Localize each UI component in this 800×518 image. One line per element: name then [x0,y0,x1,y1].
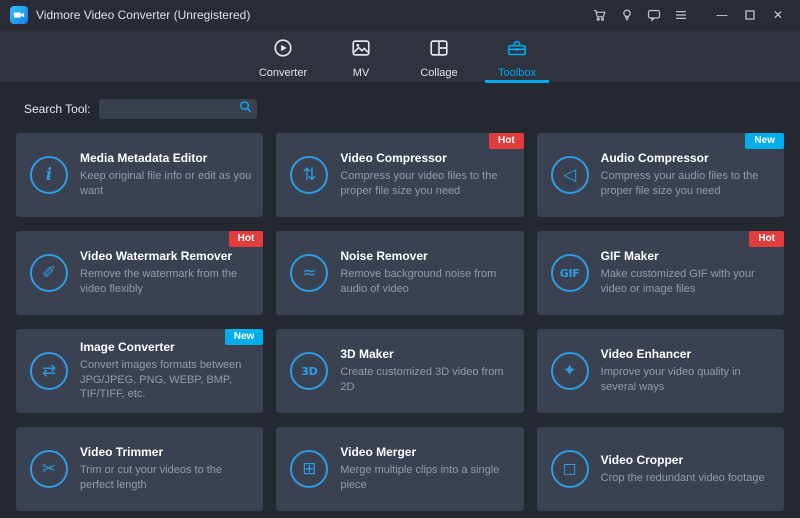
tools-grid: i Media Metadata Editor Keep original fi… [0,129,800,518]
search-bar: Search Tool: [0,83,800,129]
tool-title: Noise Remover [340,249,428,264]
crop-icon: ◻ [550,450,589,488]
cart-icon[interactable] [586,3,613,27]
tab-toolbox-label: Toolbox [498,66,536,79]
info-icon: i [30,156,68,194]
menu-icon[interactable] [667,3,694,27]
gif-icon: GIF [550,254,589,292]
titlebar-actions: — ✕ [586,3,792,27]
tool-description: Remove the watermark from the video flex… [80,268,238,295]
tool-badge: New [224,329,264,345]
tool-description: Make customized GIF with your video or i… [600,268,755,295]
tool-card[interactable]: ⊞ Video Merger Merge multiple clips into… [276,427,524,511]
tool-title: Video Enhancer [600,347,692,362]
tool-description: Convert images formats between JPG/JPEG,… [80,359,242,401]
tool-card[interactable]: ⇅ Video Compressor Compress your video f… [276,133,524,217]
tool-description: Improve your video quality in several wa… [600,366,741,393]
tool-description: Create customized 3D video from 2D [340,366,504,393]
tool-card[interactable]: ✐ Video Watermark Remover Remove the wat… [16,231,264,315]
enhancer-icon: ✦ [550,352,589,390]
scissors-icon: ✂ [30,450,68,488]
converter-icon [272,37,294,64]
tool-description: Keep original file info or edit as you w… [80,170,252,197]
app-logo-icon [10,6,28,24]
tab-converter[interactable]: Converter [244,30,322,82]
tool-badge: New [745,133,784,149]
tool-title: Audio Compressor [600,151,709,166]
tool-description: Trim or cut your videos to the perfect l… [80,464,223,491]
tool-card[interactable]: ≈ Noise Remover Remove background noise … [276,231,524,315]
main-nav: Converter MV Collage Toolbox [0,30,800,83]
tool-description: Crop the redundant video footage [600,471,765,484]
tool-title: 3D Maker [340,347,394,362]
tool-badge: Hot [228,231,264,247]
search-field[interactable] [106,103,239,115]
tool-card[interactable]: ✂ Video Trimmer Trim or cut your videos … [16,427,264,511]
search-icon[interactable] [239,100,252,118]
tool-title: GIF Maker [600,249,659,264]
image-converter-icon: ⇄ [30,352,68,390]
tool-badge: Hot [488,133,524,149]
window-buttons: — ✕ [708,3,792,27]
feedback-icon[interactable] [640,3,667,27]
window-title: Vidmore Video Converter (Unregistered) [36,8,251,22]
tab-mv[interactable]: MV [322,30,400,82]
tool-card[interactable]: ◁ Audio Compressor Compress your audio f… [536,133,784,217]
tool-card[interactable]: i Media Metadata Editor Keep original fi… [16,133,264,217]
tool-description: Merge multiple clips into a single piece [340,464,500,491]
toolbox-icon [506,37,528,64]
tool-badge: Hot [749,231,784,247]
tool-title: Video Trimmer [80,445,164,460]
tool-card[interactable]: ✦ Video Enhancer Improve your video qual… [536,329,784,413]
watermark-remover-icon: ✐ [30,254,68,292]
search-input[interactable] [98,99,257,119]
collage-icon [428,37,450,64]
noise-remover-icon: ≈ [290,254,329,292]
compress-icon: ⇅ [290,156,329,194]
tool-title: Video Watermark Remover [80,249,233,264]
tool-card[interactable]: ◻ Video Cropper Crop the redundant video… [536,427,784,511]
maximize-button[interactable] [736,3,764,27]
tool-card[interactable]: GIF GIF Maker Make customized GIF with y… [536,231,784,315]
3d-icon: 3D [290,352,329,390]
minimize-button[interactable]: — [708,3,736,27]
tool-title: Media Metadata Editor [80,151,208,166]
mv-icon [350,37,372,64]
search-label: Search Tool: [24,102,91,116]
titlebar: Vidmore Video Converter (Unregistered) —… [0,0,800,30]
tool-description: Compress your video files to the proper … [340,170,498,197]
audio-compressor-icon: ◁ [550,156,589,194]
tab-toolbox[interactable]: Toolbox [478,30,556,83]
tab-collage-label: Collage [420,66,458,79]
tab-mv-label: MV [352,66,370,79]
tool-card[interactable]: 3D 3D Maker Create customized 3D video f… [276,329,524,413]
lightbulb-icon[interactable] [613,3,640,27]
tool-title: Video Cropper [600,452,684,467]
tab-collage[interactable]: Collage [400,30,478,82]
tool-description: Remove background noise from audio of vi… [340,268,497,295]
tool-title: Video Compressor [340,151,447,166]
app-window: Vidmore Video Converter (Unregistered) —… [0,0,800,518]
close-button[interactable]: ✕ [764,3,792,27]
merge-icon: ⊞ [290,450,329,488]
tool-card[interactable]: ⇄ Image Converter Convert images formats… [16,329,264,413]
tool-title: Video Merger [340,445,417,460]
tab-converter-label: Converter [258,66,308,79]
tool-description: Compress your audio files to the proper … [600,170,759,197]
